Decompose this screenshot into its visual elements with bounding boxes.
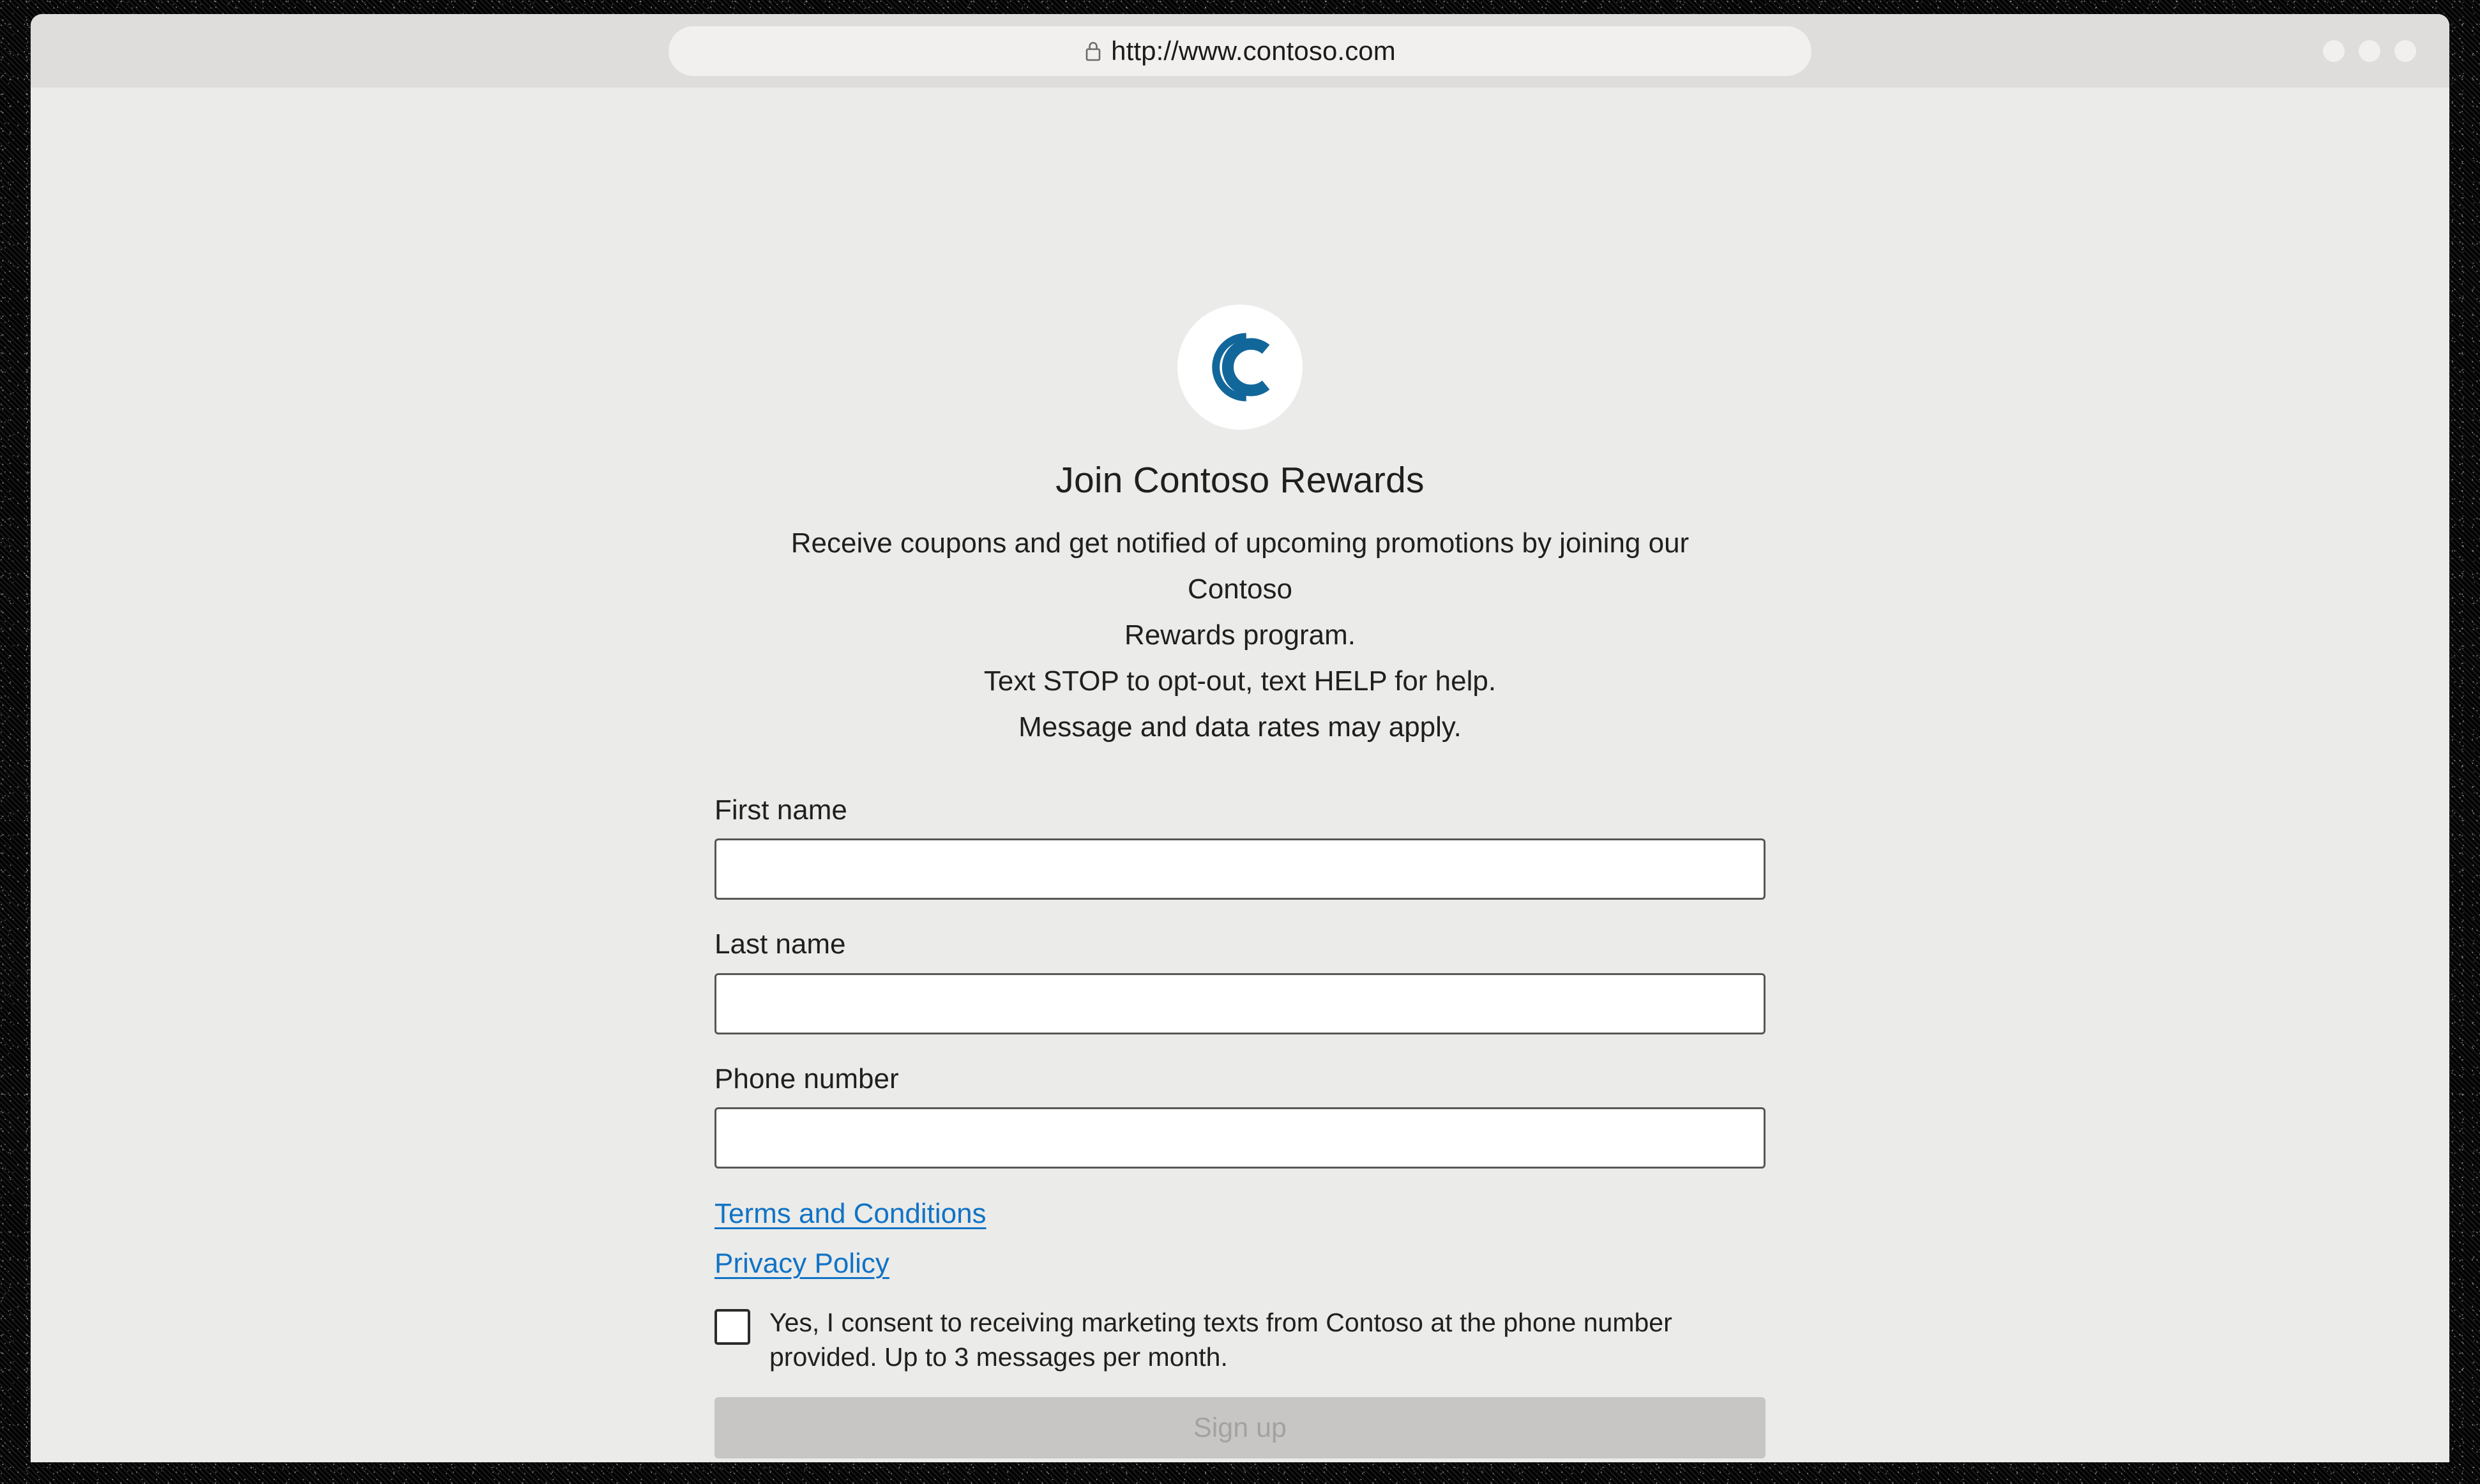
privacy-policy-link[interactable]: Privacy Policy — [715, 1248, 889, 1280]
address-bar[interactable]: http://www.contoso.com — [669, 26, 1811, 76]
sign-up-button[interactable]: Sign up — [715, 1397, 1765, 1459]
phone-number-label: Phone number — [715, 1063, 899, 1094]
page-body: Join Contoso Rewards Receive coupons and… — [31, 87, 2449, 1462]
privacy-link-row: Privacy Policy — [715, 1248, 1765, 1280]
consent-row: Yes, I consent to receiving marketing te… — [715, 1305, 1765, 1374]
intro-line-4: Message and data rates may apply. — [1018, 711, 1462, 743]
minimize-dot[interactable] — [2323, 40, 2345, 62]
address-bar-url: http://www.contoso.com — [1111, 35, 1396, 66]
last-name-label: Last name — [715, 928, 846, 960]
signup-card: Join Contoso Rewards Receive coupons and… — [715, 305, 1765, 1462]
intro-paragraph: Receive coupons and get notified of upco… — [736, 520, 1744, 750]
intro-line-3: Text STOP to opt-out, text HELP for help… — [983, 665, 1497, 697]
intro-line-2: Rewards program. — [1124, 619, 1356, 651]
browser-window: http://www.contoso.com Join Contoso Rewa… — [31, 14, 2449, 1462]
screen-frame: http://www.contoso.com Join Contoso Rewa… — [0, 0, 2480, 1484]
terms-link-row: Terms and Conditions — [715, 1198, 1765, 1230]
contoso-c-logo-icon — [1195, 322, 1285, 412]
signup-form: First name Last name Phone number Terms … — [715, 794, 1765, 1459]
field-last-name: Last name — [715, 928, 1765, 1034]
contoso-logo — [1177, 305, 1303, 430]
terms-and-conditions-link[interactable]: Terms and Conditions — [715, 1198, 987, 1230]
maximize-dot[interactable] — [2359, 40, 2380, 62]
last-name-input[interactable] — [715, 973, 1765, 1034]
first-name-label: First name — [715, 794, 847, 826]
logo-container — [715, 305, 1765, 430]
close-dot[interactable] — [2394, 40, 2416, 62]
first-name-input[interactable] — [715, 838, 1765, 900]
field-first-name: First name — [715, 794, 1765, 900]
phone-number-input[interactable] — [715, 1107, 1765, 1169]
consent-label: Yes, I consent to receiving marketing te… — [769, 1308, 1672, 1372]
browser-toolbar: http://www.contoso.com — [31, 14, 2449, 87]
window-controls — [2323, 40, 2416, 62]
field-phone-number: Phone number — [715, 1063, 1765, 1169]
intro-line-1: Receive coupons and get notified of upco… — [790, 527, 1690, 605]
page-title: Join Contoso Rewards — [1055, 460, 1425, 501]
consent-checkbox[interactable] — [715, 1309, 750, 1345]
lock-icon — [1084, 41, 1102, 61]
